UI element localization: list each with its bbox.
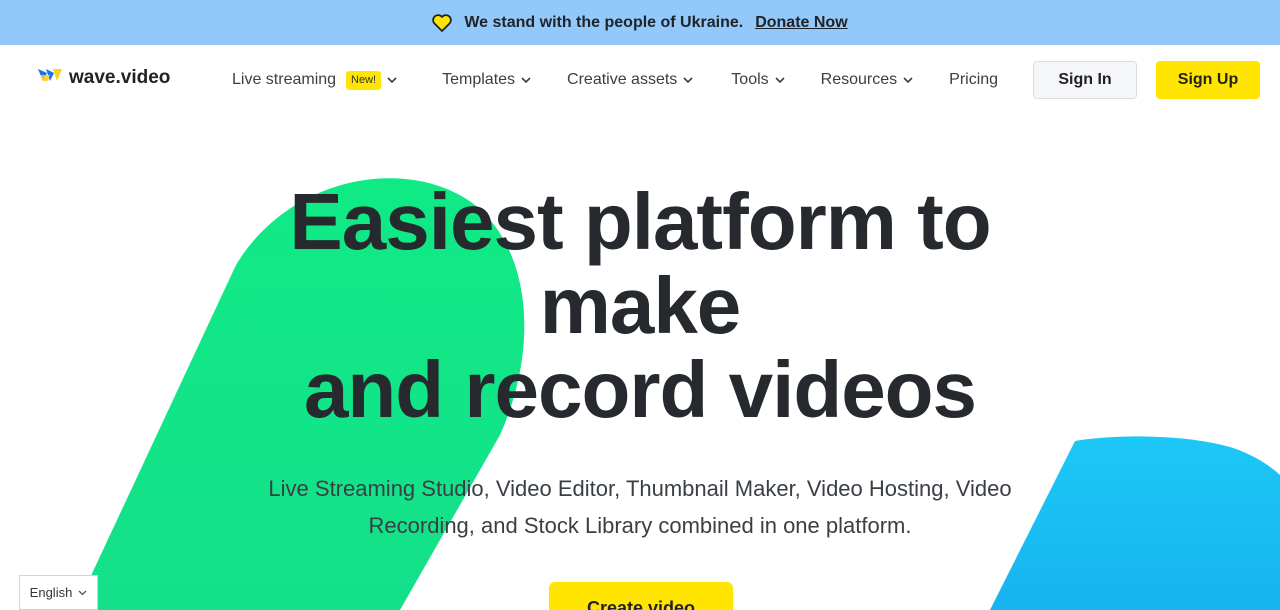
hero-subtext: Live Streaming Studio, Video Editor, Thu… — [200, 470, 1080, 544]
chevron-down-icon — [387, 77, 397, 83]
language-selected: English — [29, 585, 73, 600]
sign-in-button[interactable]: Sign In — [1033, 61, 1137, 99]
headline-line: make — [539, 261, 742, 350]
chevron-down-icon — [683, 77, 693, 83]
chevron-down-icon — [521, 77, 531, 83]
headline-line: and record videos — [303, 345, 977, 434]
banner-message: We stand with the people of Ukraine. — [464, 13, 744, 31]
chevron-down-icon — [903, 77, 913, 83]
nav-item-label: Resources — [820, 71, 898, 88]
headline-line: Easiest platform to — [289, 177, 991, 266]
main-menu: Live streaming New! Templates Creative a… — [232, 45, 998, 115]
subtext-line: Recording, and Stock Library combined in… — [368, 513, 912, 538]
nav-item-label: Creative assets — [567, 71, 678, 88]
chevron-down-icon — [78, 590, 87, 596]
language-selector[interactable]: English — [19, 575, 98, 610]
donate-now-link[interactable]: Donate Now — [755, 14, 847, 32]
subtext-line: Live Streaming Studio, Video Editor, Thu… — [268, 476, 1012, 501]
nav-item-live-streaming[interactable]: Live streaming New! — [232, 70, 397, 90]
chevron-down-icon — [775, 77, 785, 83]
hero-headline: Easiest platform to make and record vide… — [140, 180, 1140, 432]
nav-item-templates[interactable]: Templates — [442, 71, 531, 89]
create-video-button[interactable]: Create video — [549, 582, 733, 610]
new-badge: New! — [346, 70, 382, 90]
heart-icon — [432, 13, 453, 32]
wave-video-logo[interactable]: wave.video — [37, 67, 170, 89]
logo-text: wave.video — [69, 67, 171, 88]
nav-item-label: Tools — [731, 71, 769, 88]
nav-item-pricing[interactable]: Pricing — [949, 71, 998, 89]
hero-section: Easiest platform to make and record vide… — [0, 115, 1280, 610]
nav-item-label: Pricing — [949, 71, 999, 88]
top-navigation: wave.video Live streaming New! Templates… — [0, 45, 1280, 115]
nav-item-creative-assets[interactable]: Creative assets — [567, 71, 693, 89]
sign-up-button[interactable]: Sign Up — [1156, 61, 1260, 99]
nav-item-label: Templates — [442, 71, 516, 88]
nav-item-label: Live streaming — [232, 71, 337, 88]
nav-item-resources[interactable]: Resources — [821, 71, 913, 89]
nav-item-tools[interactable]: Tools — [731, 71, 785, 89]
wave-logo-icon — [37, 67, 63, 89]
ukraine-banner: We stand with the people of Ukraine. Don… — [0, 0, 1280, 45]
